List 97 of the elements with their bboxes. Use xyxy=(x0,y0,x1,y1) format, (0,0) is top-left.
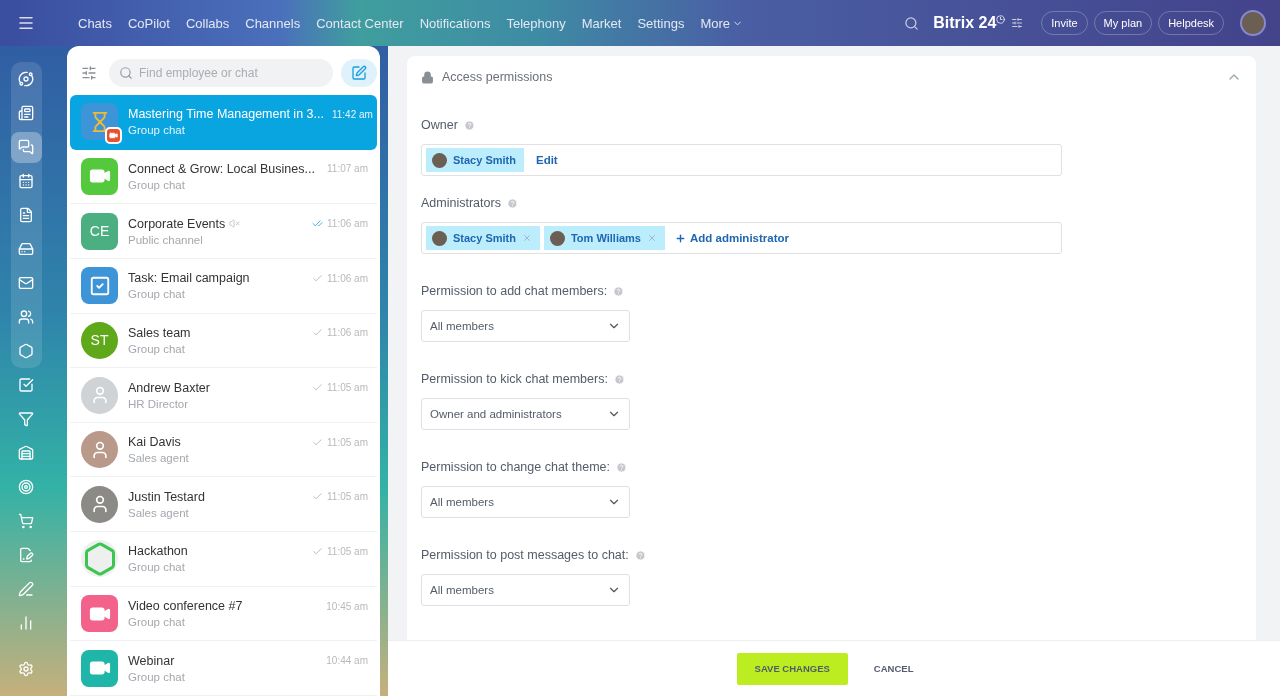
compose-icon xyxy=(351,65,367,81)
person-tag[interactable]: Tom Williams xyxy=(543,226,665,250)
chat-time: 11:05 am xyxy=(327,382,368,393)
chat-subtitle: Group chat xyxy=(128,616,186,629)
add-administrator-link[interactable]: Add administrator xyxy=(689,232,797,244)
avatar-placeholder xyxy=(432,230,447,246)
help-icon[interactable] xyxy=(616,461,627,473)
chat-subtitle: Group chat xyxy=(128,124,186,137)
chat-item[interactable]: ST Sales team 11:06 am Group chat xyxy=(70,313,377,369)
chat-time: 11:05 am xyxy=(327,491,368,503)
person-tag[interactable]: Stacy Smith xyxy=(426,226,540,250)
chat-title: Mastering Time Management in 3... xyxy=(128,107,324,122)
chat-item[interactable]: Kai Davis 11:05 am Sales agent xyxy=(70,422,377,478)
field-label: Permission to post messages to chat: xyxy=(421,548,629,562)
chat-subtitle: Public channel xyxy=(128,233,204,246)
chat-time: 10:45 am xyxy=(326,600,368,612)
logo-text: Bitrix 24 xyxy=(933,14,997,32)
chat-title: Sales team xyxy=(128,325,191,340)
chat-subtitle: Sales agent xyxy=(128,452,190,465)
cancel-button[interactable]: CANCEL xyxy=(855,652,932,685)
chat-title: Hackathon xyxy=(128,544,188,559)
clock-icon xyxy=(996,14,1006,24)
remove-icon[interactable] xyxy=(521,233,532,243)
chat-title: Webinar xyxy=(128,653,175,668)
chat-item[interactable]: Connect & Grow: Local Busines... 11:07 am Group chat xyxy=(70,149,377,205)
plus-icon[interactable] xyxy=(674,232,686,244)
dropdown-select[interactable]: All members xyxy=(421,486,630,518)
chat-subtitle: Group chat xyxy=(128,670,186,683)
edit-link[interactable]: Edit xyxy=(527,154,566,166)
chat-item[interactable]: Hackathon 11:05 am Group chat xyxy=(70,532,377,587)
chat-title: Corporate Events xyxy=(128,216,226,231)
nav-link[interactable]: Chats xyxy=(78,15,112,31)
chat-item[interactable]: CE Corporate Events 11:06 am Public channel xyxy=(70,204,377,259)
remove-icon[interactable] xyxy=(646,233,657,243)
sliders-icon[interactable] xyxy=(1011,17,1024,29)
chat-time: 11:05 am xyxy=(327,436,368,448)
chat-time: 11:06 am xyxy=(327,218,368,230)
chat-subtitle: HR Director xyxy=(128,397,190,410)
dropdown-select[interactable]: All members xyxy=(421,574,630,606)
nav-link[interactable]: CoPilot xyxy=(127,15,170,31)
lock-icon xyxy=(421,70,434,84)
chat-title: Video conference #7 xyxy=(128,599,243,614)
chat-time: 11:07 am xyxy=(327,163,368,175)
save-button[interactable]: SAVE CHANGES xyxy=(736,652,848,685)
people-field[interactable]: Stacy Smith Tom Williams Add administrator xyxy=(421,222,1062,254)
dropdown-select[interactable]: Owner and administrators xyxy=(421,398,630,430)
nav-link[interactable]: Market xyxy=(581,15,622,31)
chat-time: 10:44 am xyxy=(326,655,368,667)
chat-title: Kai Davis xyxy=(128,435,181,450)
help-icon[interactable] xyxy=(634,549,646,561)
dropdown-select[interactable]: All members xyxy=(421,310,630,342)
avatar-placeholder xyxy=(432,152,447,168)
nav-link[interactable]: More xyxy=(700,15,744,31)
initials-avatar: CE xyxy=(81,212,118,250)
new-chat-button[interactable] xyxy=(341,59,377,87)
person-tag[interactable]: Stacy Smith xyxy=(426,148,524,172)
field-label: Permission to add chat members: xyxy=(421,284,608,298)
chat-title: Connect & Grow: Local Busines... xyxy=(128,161,315,176)
chat-item[interactable]: Task: Email campaign 11:06 am Group chat xyxy=(70,258,377,314)
help-icon[interactable] xyxy=(463,119,475,131)
chat-title: Task: Email campaign xyxy=(128,271,250,286)
chat-title: Andrew Baxter xyxy=(128,380,210,395)
section-title: Access permissions xyxy=(442,70,553,84)
search-field[interactable]: Find employee or chat xyxy=(109,59,333,87)
chat-item[interactable]: Webinar 10:44 am Group chat xyxy=(70,641,377,696)
help-icon[interactable] xyxy=(613,285,625,297)
search-icon[interactable] xyxy=(904,15,920,31)
nav-link[interactable]: Collabs xyxy=(185,15,230,31)
chat-title: Justin Testard xyxy=(128,489,205,504)
menu-icon[interactable] xyxy=(17,14,35,32)
help-icon[interactable] xyxy=(506,197,518,209)
nav-link[interactable]: Telephony xyxy=(506,15,566,31)
avatar-placeholder xyxy=(549,230,565,246)
people-field[interactable]: Stacy Smith Edit xyxy=(421,144,1062,176)
chat-item[interactable]: Justin Testard 11:05 am Sales agent xyxy=(70,477,377,533)
chat-subtitle: Group chat xyxy=(128,561,186,574)
field-label: Owner xyxy=(421,118,458,132)
chat-subtitle: Group chat xyxy=(128,178,186,191)
nav-link[interactable]: Settings xyxy=(637,15,685,31)
help-icon[interactable] xyxy=(613,373,625,385)
chat-time: 11:06 am xyxy=(327,327,368,339)
chat-time: 11:06 am xyxy=(327,272,368,284)
chat-subtitle: Group chat xyxy=(128,288,186,301)
user-avatar[interactable] xyxy=(1240,10,1266,36)
chat-item[interactable]: Andrew Baxter 11:05 am HR Director xyxy=(70,368,377,423)
field-label: Permission to kick chat members: xyxy=(421,372,608,386)
filter-icon[interactable] xyxy=(81,65,97,81)
field-label: Permission to change chat theme: xyxy=(421,460,610,474)
field-label: Administrators xyxy=(421,196,501,210)
initials-avatar: ST xyxy=(81,321,118,359)
chat-item[interactable]: Video conference #7 10:45 am Group chat xyxy=(70,586,377,642)
chat-time: 11:05 am xyxy=(327,545,368,557)
chat-icon[interactable] xyxy=(10,131,42,163)
chat-subtitle: Sales agent xyxy=(128,506,190,519)
chat-time: 11:42 am xyxy=(331,108,373,120)
chat-subtitle: Group chat xyxy=(128,342,186,355)
nav-link[interactable]: Channels xyxy=(245,15,301,31)
